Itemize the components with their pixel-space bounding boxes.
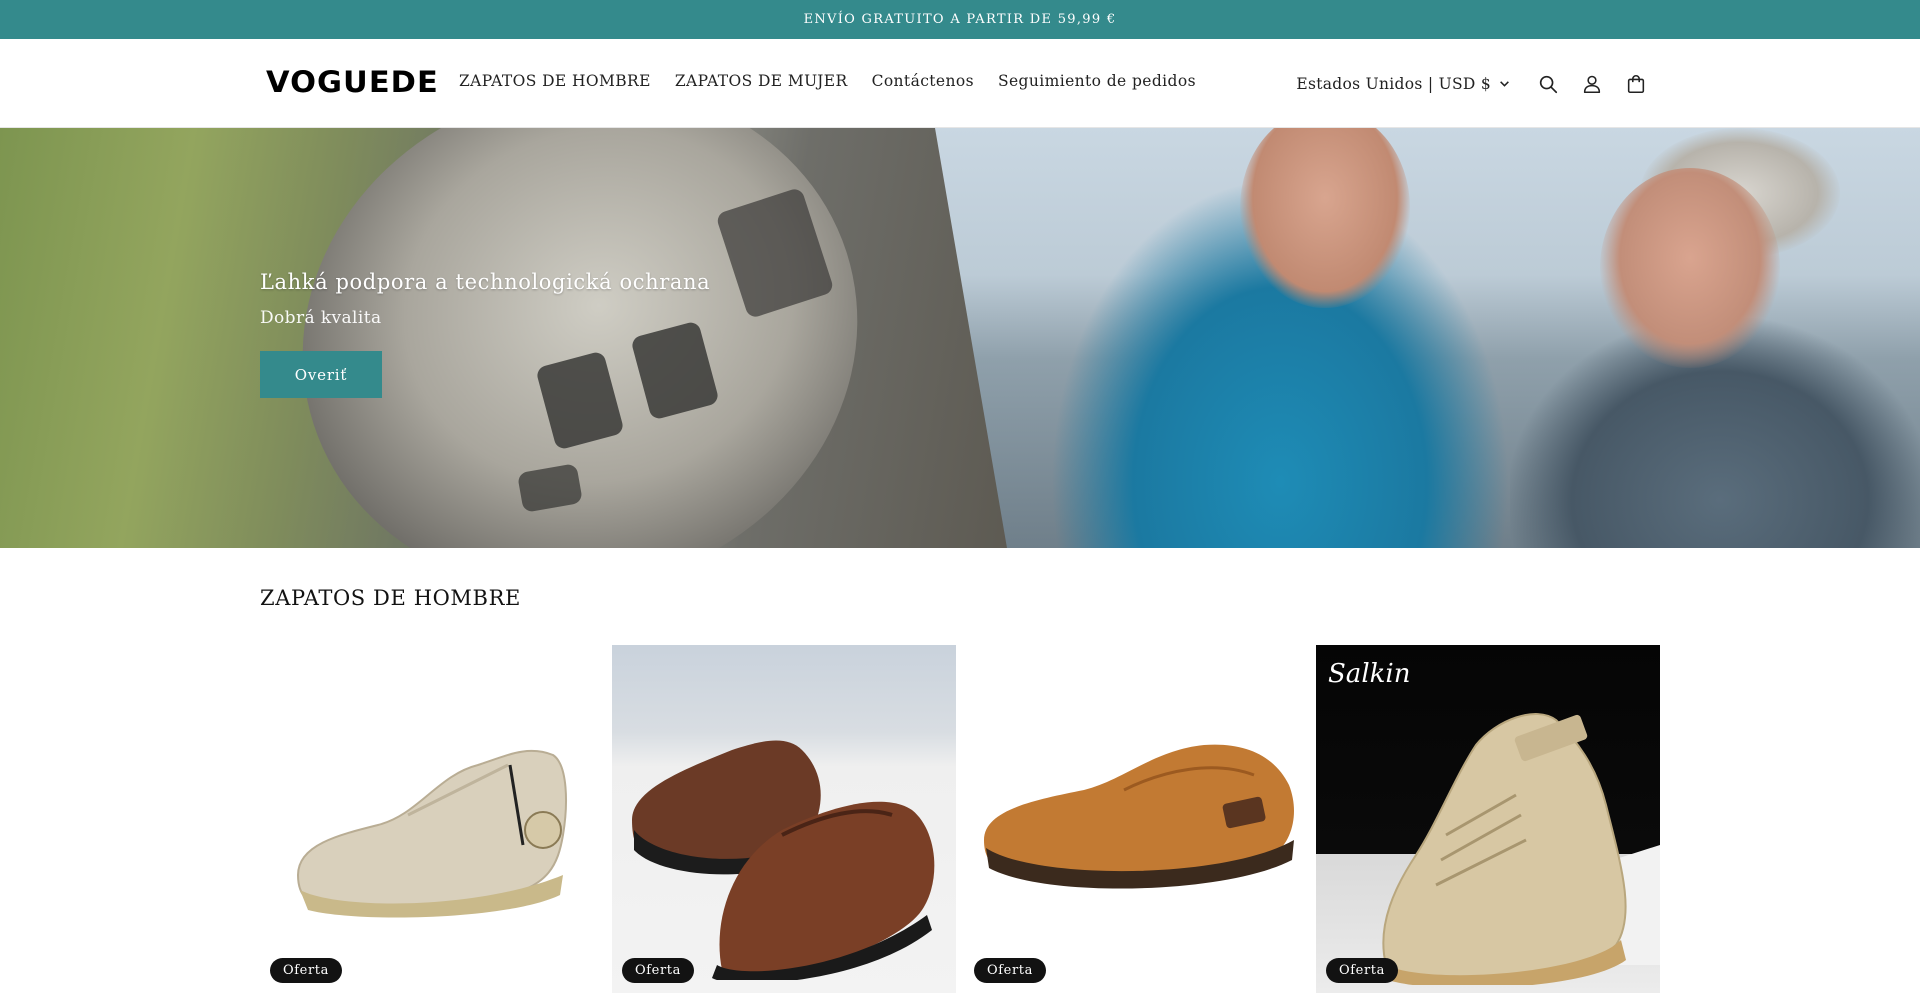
nav-item-contactenos[interactable]: Contáctenos	[872, 72, 974, 90]
locale-label: Estados Unidos | USD $	[1296, 75, 1491, 93]
main-nav: ZAPATOS DE HOMBRE ZAPATOS DE MUJER Contá…	[459, 72, 1196, 90]
sale-badge: Oferta	[1326, 958, 1398, 983]
hero-banner: Ľahká podpora a technologická ochrana Do…	[0, 128, 1920, 548]
account-icon[interactable]	[1570, 67, 1614, 101]
announcement-text: ENVÍO GRATUITO A PARTIR DE 59,99 €	[803, 12, 1117, 27]
site-header: VOGUEDE ZAPATOS DE HOMBRE ZAPATOS DE MUJ…	[0, 39, 1920, 128]
product-image[interactable]	[260, 645, 604, 993]
hero-content: Ľahká podpora a technologická ochrana Do…	[260, 270, 710, 398]
nav-item-zapatos-de-mujer[interactable]: ZAPATOS DE MUJER	[675, 72, 848, 90]
collection-title[interactable]: ZAPATOS DE HOMBRE	[260, 586, 521, 610]
locale-selector[interactable]: Estados Unidos | USD $	[1296, 75, 1510, 93]
product-grid: Oferta Oferta Oferta Salkin Oferta	[260, 645, 1660, 993]
hero-title: Ľahká podpora a technologická ochrana	[260, 270, 711, 294]
chevron-down-icon	[1499, 75, 1510, 93]
hero-runner-woman-face	[1600, 168, 1780, 368]
logo[interactable]: VOGUEDE	[266, 65, 439, 99]
hero-subtitle: Dobrá kvalita	[260, 308, 382, 328]
announcement-bar: ENVÍO GRATUITO A PARTIR DE 59,99 €	[0, 0, 1920, 39]
nav-item-zapatos-de-hombre[interactable]: ZAPATOS DE HOMBRE	[459, 72, 651, 90]
product-card[interactable]: Oferta	[260, 645, 604, 993]
sale-badge: Oferta	[622, 958, 694, 983]
cart-icon[interactable]	[1614, 67, 1658, 101]
hero-cta-button[interactable]: Overiť	[260, 351, 382, 398]
sale-badge: Oferta	[974, 958, 1046, 983]
product-image[interactable]: Salkin	[1316, 645, 1660, 993]
product-card[interactable]: Oferta	[612, 645, 956, 993]
sale-badge: Oferta	[270, 958, 342, 983]
product-card[interactable]: Salkin Oferta	[1316, 645, 1660, 993]
search-icon[interactable]	[1526, 67, 1570, 101]
header-actions: Estados Unidos | USD $	[1296, 67, 1658, 101]
product-image[interactable]	[612, 645, 956, 993]
product-card[interactable]: Oferta	[964, 645, 1308, 993]
product-image[interactable]	[964, 645, 1308, 993]
nav-item-seguimiento-de-pedidos[interactable]: Seguimiento de pedidos	[998, 72, 1196, 90]
